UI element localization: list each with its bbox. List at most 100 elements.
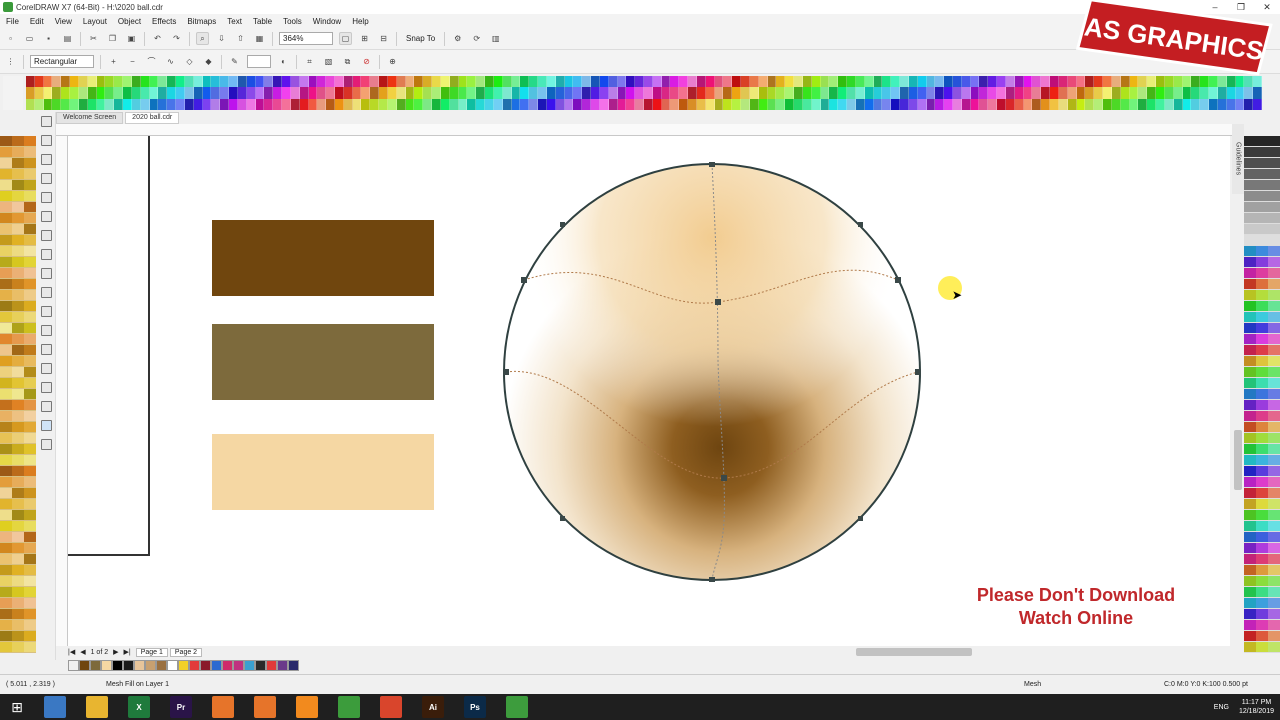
olive-brown-rectangle[interactable] <box>212 324 434 400</box>
palette-swatch[interactable] <box>1244 257 1256 268</box>
palette-swatch[interactable] <box>0 488 12 499</box>
palette-swatch[interactable] <box>1032 98 1042 110</box>
palette-swatch[interactable] <box>12 620 24 631</box>
palette-swatch[interactable] <box>0 576 12 587</box>
fill-indicator[interactable]: Mesh <box>1024 681 1041 688</box>
palette-swatch[interactable] <box>343 87 353 99</box>
palette-swatch[interactable] <box>24 224 36 235</box>
palette-swatch[interactable] <box>1085 87 1095 99</box>
palette-swatch[interactable] <box>0 422 12 433</box>
palette-swatch[interactable] <box>626 76 636 88</box>
palette-swatch[interactable] <box>1058 87 1068 99</box>
palette-swatch[interactable] <box>361 98 371 110</box>
horizontal-ruler[interactable] <box>56 124 1232 136</box>
palette-swatch[interactable] <box>317 98 327 110</box>
palette-swatch[interactable] <box>1244 488 1256 499</box>
palette-swatch[interactable] <box>1226 87 1236 99</box>
palette-swatch[interactable] <box>714 98 724 110</box>
palette-swatch[interactable] <box>1244 499 1256 510</box>
palette-swatch[interactable] <box>282 76 291 88</box>
palette-swatch[interactable] <box>643 76 653 88</box>
palette-swatch[interactable] <box>158 76 168 88</box>
palette-swatch[interactable] <box>0 631 12 642</box>
palette-swatch[interactable] <box>1256 224 1268 235</box>
palette-swatch[interactable] <box>1268 213 1280 224</box>
palette-swatch[interactable] <box>24 488 36 499</box>
interactive-fill-tool-icon[interactable] <box>41 401 52 412</box>
document-palette-swatch[interactable] <box>112 659 123 671</box>
palette-swatch[interactable] <box>290 87 300 99</box>
palette-swatch[interactable] <box>12 169 24 180</box>
palette-swatch[interactable] <box>643 87 653 99</box>
palette-swatch[interactable] <box>1014 87 1024 99</box>
palette-swatch[interactable] <box>440 98 450 110</box>
palette-swatch[interactable] <box>564 76 574 88</box>
palette-swatch[interactable] <box>202 87 212 99</box>
palette-swatch[interactable] <box>458 87 468 99</box>
palette-swatch[interactable] <box>1244 477 1256 488</box>
palette-swatch[interactable] <box>476 76 486 88</box>
palette-swatch[interactable] <box>997 87 1006 99</box>
palette-swatch[interactable] <box>12 213 24 224</box>
palette-swatch[interactable] <box>12 433 24 444</box>
palette-swatch[interactable] <box>246 87 256 99</box>
language-indicator[interactable]: ENG <box>1214 704 1229 711</box>
palette-swatch[interactable] <box>538 87 547 99</box>
palette-swatch[interactable] <box>1256 411 1268 422</box>
document-palette-swatch[interactable] <box>288 659 299 671</box>
palette-swatch[interactable] <box>900 76 909 88</box>
drop-shadow-tool-icon[interactable] <box>41 344 52 355</box>
palette-swatch[interactable] <box>917 98 927 110</box>
docker-tab-guidelines[interactable]: Guidelines <box>1232 124 1244 194</box>
palette-swatch[interactable] <box>343 76 353 88</box>
menu-file[interactable]: File <box>6 17 19 26</box>
palette-swatch[interactable] <box>105 98 115 110</box>
palette-swatch[interactable] <box>193 87 203 99</box>
palette-swatch[interactable] <box>1256 345 1268 356</box>
palette-swatch[interactable] <box>131 87 141 99</box>
taskbar-app-icon[interactable] <box>212 696 234 718</box>
crop-tool-icon[interactable] <box>41 154 52 165</box>
palette-swatch[interactable] <box>0 301 12 312</box>
palette-swatch[interactable] <box>855 76 865 88</box>
palette-swatch[interactable] <box>847 76 856 88</box>
palette-swatch[interactable] <box>847 87 856 99</box>
palette-swatch[interactable] <box>317 76 327 88</box>
document-palette-swatch[interactable] <box>233 659 244 671</box>
palette-swatch[interactable] <box>308 98 318 110</box>
palette-swatch[interactable] <box>237 98 247 110</box>
palette-swatch[interactable] <box>1268 554 1280 565</box>
palette-swatch[interactable] <box>1244 246 1256 257</box>
palette-swatch[interactable] <box>149 76 159 88</box>
palette-swatch[interactable] <box>24 367 36 378</box>
palette-swatch[interactable] <box>591 98 600 110</box>
palette-swatch[interactable] <box>0 290 12 301</box>
palette-swatch[interactable] <box>0 565 12 576</box>
palette-swatch[interactable] <box>917 76 927 88</box>
palette-swatch[interactable] <box>1235 87 1245 99</box>
palette-swatch[interactable] <box>1268 136 1280 147</box>
connector-tool-icon[interactable] <box>41 325 52 336</box>
taskbar-app-icon[interactable] <box>296 696 318 718</box>
import-icon[interactable]: ⇩ <box>215 32 228 45</box>
palette-swatch[interactable] <box>0 169 12 180</box>
palette-swatch[interactable] <box>24 455 36 466</box>
rectangle-tool-icon[interactable] <box>41 230 52 241</box>
menu-help[interactable]: Help <box>352 17 368 26</box>
palette-swatch[interactable] <box>105 87 115 99</box>
zoom-level-field[interactable]: 364% <box>279 32 333 45</box>
palette-swatch[interactable] <box>900 87 909 99</box>
palette-swatch[interactable] <box>1256 169 1268 180</box>
palette-swatch[interactable] <box>211 87 221 99</box>
palette-swatch[interactable] <box>626 98 636 110</box>
line-curve-icon[interactable]: ⌒ <box>145 55 158 68</box>
palette-swatch[interactable] <box>12 147 24 158</box>
palette-swatch[interactable] <box>0 235 12 246</box>
palette-swatch[interactable] <box>820 76 830 88</box>
palette-swatch[interactable] <box>12 356 24 367</box>
palette-swatch[interactable] <box>705 76 715 88</box>
add-intersection-icon[interactable]: + <box>107 55 120 68</box>
palette-swatch[interactable] <box>308 87 318 99</box>
first-page-icon[interactable]: |◀ <box>68 648 75 656</box>
palette-swatch[interactable] <box>131 76 141 88</box>
